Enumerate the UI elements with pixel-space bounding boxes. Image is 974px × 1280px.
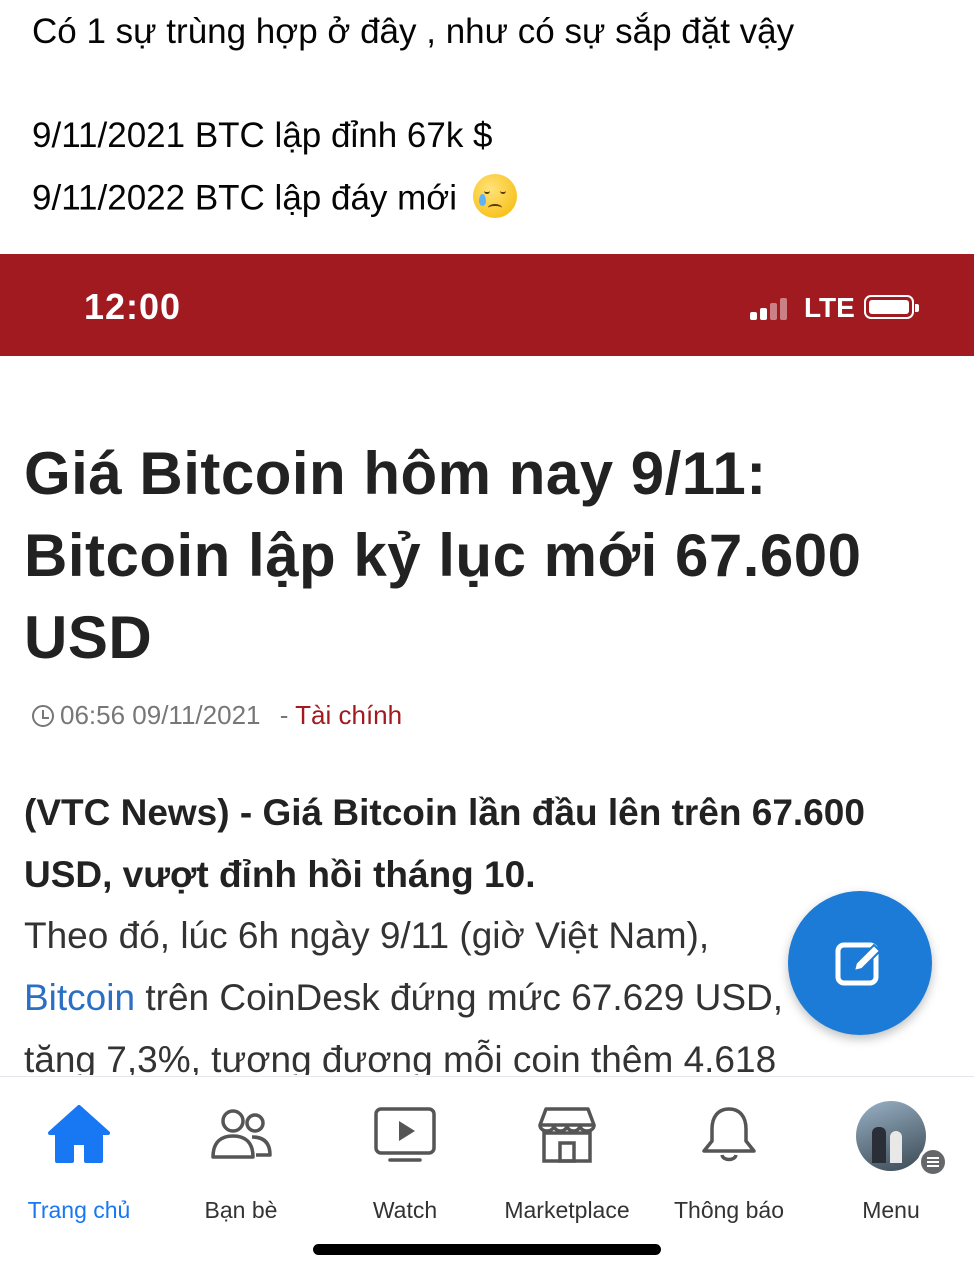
bottom-tab-bar: Trang chủ Bạn bè Watch Marketplace Thông… bbox=[0, 1076, 974, 1223]
crying-face-icon bbox=[472, 174, 517, 218]
compose-post-button[interactable] bbox=[788, 891, 932, 1035]
body-line-2-rest: trên CoinDesk đứng mức 67.629 USD, bbox=[135, 977, 784, 1018]
network-type: LTE bbox=[804, 292, 855, 323]
meta-separator: - bbox=[279, 700, 289, 730]
tab-menu-label: Menu bbox=[862, 1197, 920, 1223]
tab-notifications[interactable]: Thông báo bbox=[648, 1077, 810, 1223]
body-line-3: tăng 7,3%, tương đương mỗi coin thêm 4.6… bbox=[24, 1039, 777, 1075]
watch-icon bbox=[374, 1107, 436, 1162]
article-meta: 06:56 09/11/2021 - Tài chính bbox=[32, 700, 402, 731]
signal-icon bbox=[750, 296, 794, 320]
menu-hamburger-icon bbox=[918, 1147, 948, 1177]
clock-icon bbox=[32, 705, 54, 727]
friends-icon bbox=[211, 1109, 272, 1159]
status-time: 12:00 bbox=[84, 286, 182, 327]
article-lead: (VTC News) - Giá Bitcoin lần đầu lên trê… bbox=[24, 792, 865, 895]
caption-line-3-text: 9/11/2022 BTC lập đáy mới bbox=[32, 178, 458, 218]
tab-marketplace[interactable]: Marketplace bbox=[486, 1077, 648, 1223]
home-indicator[interactable] bbox=[313, 1244, 661, 1255]
tab-menu[interactable]: Menu bbox=[810, 1077, 972, 1223]
caption-line-2: 9/11/2021 BTC lập đỉnh 67k $ bbox=[32, 116, 493, 155]
tab-watch[interactable]: Watch bbox=[324, 1077, 486, 1223]
avatar-menu-icon bbox=[856, 1101, 926, 1171]
caption-line-1: Có 1 sự trùng hợp ở đây , như có sự sắp … bbox=[32, 12, 795, 51]
bitcoin-link[interactable]: Bitcoin bbox=[24, 977, 135, 1018]
battery-icon bbox=[864, 295, 919, 319]
article-headline: Giá Bitcoin hôm nay 9/11: Bitcoin lập kỷ… bbox=[24, 440, 862, 671]
edit-icon bbox=[835, 942, 882, 986]
tab-friends[interactable]: Bạn bè bbox=[160, 1077, 322, 1223]
home-icon bbox=[48, 1105, 110, 1163]
article-category-link[interactable]: Tài chính bbox=[295, 700, 402, 730]
bell-icon bbox=[702, 1107, 756, 1162]
embedded-screenshot[interactable]: 12:00 LTE Giá Bitcoin hôm nay 9/11: Bitc… bbox=[0, 250, 974, 1280]
caption-line-3: 9/11/2022 BTC lập đáy mới bbox=[32, 174, 517, 222]
article-timestamp: 06:56 09/11/2021 bbox=[60, 700, 261, 730]
tab-home[interactable]: Trang chủ bbox=[0, 1077, 160, 1223]
marketplace-icon bbox=[538, 1107, 596, 1163]
status-bar: 12:00 LTE bbox=[0, 254, 974, 356]
